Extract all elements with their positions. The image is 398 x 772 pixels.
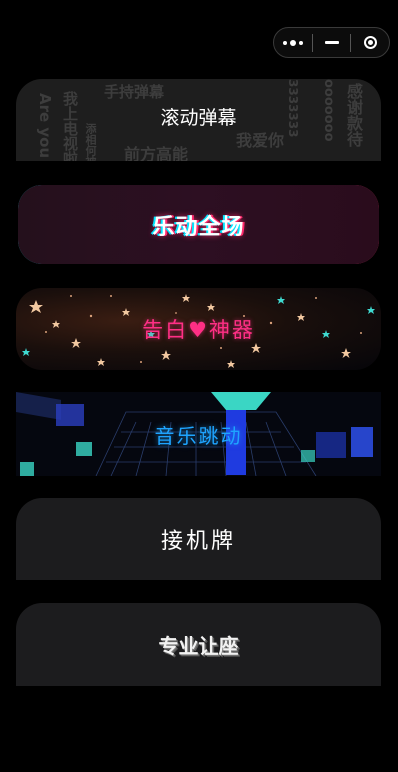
- music-party-title: 乐动全场: [152, 214, 245, 240]
- target-icon: [363, 36, 377, 49]
- confession-title-part: 神器: [208, 318, 255, 342]
- music-beat-card[interactable]: 音乐跳动: [16, 392, 381, 476]
- minimize-button[interactable]: [313, 28, 351, 57]
- seat-offer-title: 专业让座: [158, 634, 239, 658]
- mini-program-capsule: [273, 27, 390, 58]
- more-button[interactable]: [274, 28, 312, 57]
- minimize-icon: [324, 41, 339, 44]
- close-button[interactable]: [351, 28, 389, 57]
- heart-icon: ♥: [188, 318, 209, 342]
- danmaku-bg-text: 手持弹幕: [104, 83, 165, 101]
- danmaku-bg-text: ooooooo: [321, 79, 336, 142]
- confession-title-part: 告白: [142, 318, 189, 342]
- seat-offer-card[interactable]: 专业让座: [16, 603, 381, 686]
- danmaku-bg-text: 添相何被: [84, 123, 97, 161]
- more-dots-icon: [282, 39, 303, 46]
- danmaku-bg-text: 我上电视啦: [61, 91, 79, 161]
- scrolling-danmaku-title: 滚动弹幕: [160, 106, 237, 129]
- pickup-sign-title: 接机牌: [160, 529, 236, 554]
- music-beat-title: 音乐跳动: [154, 423, 243, 448]
- danmaku-bg-text: 前方高能: [124, 145, 189, 161]
- confession-title: 告白♥神器: [142, 314, 255, 344]
- danmaku-bg-text: Are you: [36, 93, 54, 159]
- danmaku-bg-text: 3333333: [286, 79, 300, 138]
- confession-card[interactable]: 告白♥神器: [16, 288, 381, 370]
- music-party-card[interactable]: 乐动全场: [16, 183, 381, 266]
- danmaku-bg-text: 感谢款待: [344, 83, 363, 147]
- scrolling-danmaku-card[interactable]: 手持弹幕 我上电视啦 前方高能 我爱你 Are you 感谢款待 ooooooo…: [16, 79, 381, 161]
- pickup-sign-card[interactable]: 接机牌: [16, 498, 381, 580]
- danmaku-bg-text: 我爱你: [236, 131, 285, 150]
